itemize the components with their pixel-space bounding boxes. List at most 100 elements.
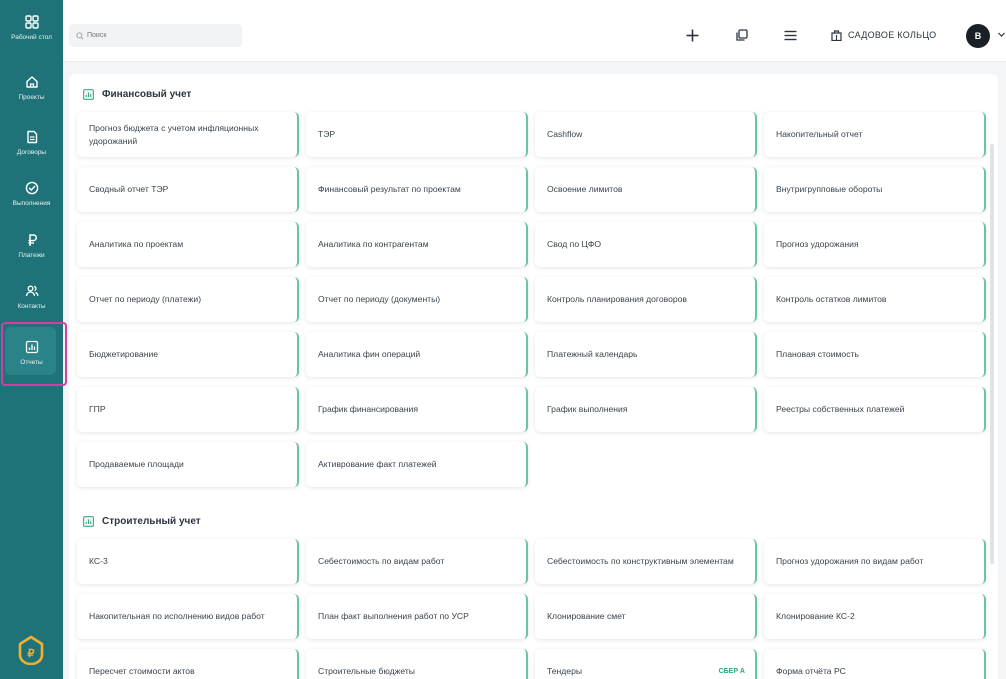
- report-card[interactable]: Прогноз удорожания по видам работ: [764, 539, 986, 584]
- sidebar-item-dashboard[interactable]: Рабочий стол: [0, 12, 63, 66]
- report-card-label: Свод по ЦФО: [547, 239, 602, 249]
- report-card[interactable]: Прогноз бюджета с учетом инфляционных уд…: [77, 112, 299, 157]
- users-icon: [25, 281, 39, 301]
- report-card[interactable]: Клонирование КС-2: [764, 594, 986, 639]
- report-card-label: Аналитика по проектам: [89, 239, 184, 249]
- report-card-label: Форма отчёта РС: [776, 666, 846, 676]
- report-card[interactable]: Отчет по периоду (платежи): [77, 277, 299, 322]
- report-card[interactable]: Сводный отчет ТЭР: [77, 167, 299, 212]
- report-card-label: Прогноз удорожания по видам работ: [776, 556, 924, 566]
- sidebar-item-contracts[interactable]: Договоры: [0, 127, 63, 181]
- report-card-label: Строительные бюджеты: [318, 666, 415, 676]
- report-card-label: Тендеры: [547, 666, 583, 676]
- report-card[interactable]: Аналитика по контрагентам: [306, 222, 528, 267]
- main-content: Финансовый учет Прогноз бюджета с учетом…: [63, 62, 1006, 679]
- report-card-label: Cashflow: [547, 129, 583, 139]
- report-card[interactable]: Активрование факт платежей: [306, 442, 528, 487]
- report-card[interactable]: График финансирования: [306, 387, 528, 432]
- report-card[interactable]: Cashflow: [535, 112, 757, 157]
- menu-icon: [784, 30, 796, 40]
- sidebar-item-label: Выполнения: [12, 200, 51, 207]
- plus-icon: [686, 29, 698, 41]
- report-card[interactable]: Пересчет стоимости актов: [77, 649, 299, 679]
- report-card-label: Накопительная по исполнению видов работ: [89, 611, 265, 621]
- sidebar-item-executions[interactable]: Выполнения: [0, 178, 63, 232]
- report-card-label: Прогноз бюджета с учетом инфляционных уд…: [89, 122, 259, 146]
- report-card[interactable]: Контроль планирования договоров: [535, 277, 757, 322]
- report-card[interactable]: Прогноз удорожания: [764, 222, 986, 267]
- report-card[interactable]: График выполнения: [535, 387, 757, 432]
- report-card[interactable]: Аналитика фин операций: [306, 332, 528, 377]
- avatar[interactable]: В: [966, 24, 990, 48]
- report-card-label: Активрование факт платежей: [318, 459, 437, 469]
- report-card[interactable]: Себестоимость по конструктивным элемента…: [535, 539, 757, 584]
- chevron-down-icon[interactable]: [997, 30, 1006, 39]
- report-card[interactable]: Себестоимость по видам работ: [306, 539, 528, 584]
- report-card[interactable]: ГПР: [77, 387, 299, 432]
- report-card[interactable]: Платежный календарь: [535, 332, 757, 377]
- report-card[interactable]: Строительные бюджеты: [306, 649, 528, 679]
- report-card-label: Продаваемые площади: [89, 459, 184, 469]
- report-card[interactable]: ТЭР: [306, 112, 528, 157]
- report-card-label: Контроль остатков лимитов: [776, 294, 887, 304]
- ruble-icon: [25, 230, 39, 250]
- brand-logo-icon: ₽: [8, 632, 54, 668]
- sidebar-item-label: Платежи: [18, 252, 45, 259]
- report-card[interactable]: Отчет по периоду (документы): [306, 277, 528, 322]
- report-card-label: Отчет по периоду (документы): [318, 294, 441, 304]
- report-card[interactable]: Аналитика по проектам: [77, 222, 299, 267]
- sidebar-item-label: Рабочий стол: [11, 34, 52, 41]
- report-card[interactable]: Накопительный отчет: [764, 112, 986, 157]
- report-card[interactable]: Освоение лимитов: [535, 167, 757, 212]
- organization-selector[interactable]: САДОВОЕ КОЛЬЦО: [831, 24, 936, 46]
- report-card-label: Контроль планирования договоров: [547, 294, 687, 304]
- report-icon: [83, 516, 94, 527]
- report-card[interactable]: Продаваемые площади: [77, 442, 299, 487]
- report-card-label: График выполнения: [547, 404, 628, 414]
- sidebar-item-projects[interactable]: Проекты: [0, 72, 63, 126]
- report-card-label: Прогноз удорожания: [776, 239, 859, 249]
- report-card[interactable]: Накопительная по исполнению видов работ: [77, 594, 299, 639]
- sidebar-item-payments[interactable]: Платежи: [0, 230, 63, 284]
- report-card[interactable]: План факт выполнения работ по УСР: [306, 594, 528, 639]
- report-icon: [83, 89, 94, 100]
- reports-highlight-frame: [1, 322, 67, 386]
- report-card[interactable]: Плановая стоимость: [764, 332, 986, 377]
- report-card-label: График финансирования: [318, 404, 418, 414]
- report-card-label: Себестоимость по видам работ: [318, 556, 445, 566]
- report-card-label: ТЭР: [318, 129, 336, 139]
- report-card[interactable]: Бюджетирование: [77, 332, 299, 377]
- report-card[interactable]: Тендеры СБЕР А: [535, 649, 757, 679]
- report-card[interactable]: Финансовый результат по проектам: [306, 167, 528, 212]
- report-card-label: Бюджетирование: [89, 349, 159, 359]
- report-card[interactable]: Клонирование смет: [535, 594, 757, 639]
- report-card[interactable]: КС-3: [77, 539, 299, 584]
- home-icon: [25, 72, 39, 92]
- svg-text:₽: ₽: [28, 648, 35, 660]
- report-card-label: Пересчет стоимости актов: [89, 666, 195, 676]
- report-card-label: План факт выполнения работ по УСР: [318, 611, 469, 621]
- add-button[interactable]: [681, 24, 703, 46]
- copy-icon: [736, 29, 748, 41]
- report-card[interactable]: Контроль остатков лимитов: [764, 277, 986, 322]
- scrollbar[interactable]: [990, 144, 994, 564]
- report-card[interactable]: Внутригрупповые обороты: [764, 167, 986, 212]
- top-bar: САДОВОЕ КОЛЬЦО В: [63, 0, 1006, 62]
- section-title-construction: Строительный учет: [83, 516, 201, 527]
- search-input[interactable]: [87, 32, 237, 39]
- menu-button[interactable]: [779, 24, 801, 46]
- report-card-label: Накопительный отчет: [776, 129, 863, 139]
- search-box[interactable]: [69, 24, 242, 47]
- report-card[interactable]: Реестры собственных платежей: [764, 387, 986, 432]
- report-card-label: Внутригрупповые обороты: [776, 184, 883, 194]
- dashboard-icon: [24, 12, 39, 32]
- report-card-label: Финансовый результат по проектам: [318, 184, 461, 194]
- report-card-label: Сводный отчет ТЭР: [89, 184, 169, 194]
- report-card-label: Аналитика фин операций: [318, 349, 421, 359]
- report-card-label: Аналитика по контрагентам: [318, 239, 429, 249]
- copy-button[interactable]: [731, 24, 753, 46]
- status-badge: СБЕР А: [718, 668, 745, 675]
- report-card[interactable]: Свод по ЦФО: [535, 222, 757, 267]
- report-card[interactable]: Форма отчёта РС: [764, 649, 986, 679]
- sidebar-item-label: Контакты: [17, 303, 46, 310]
